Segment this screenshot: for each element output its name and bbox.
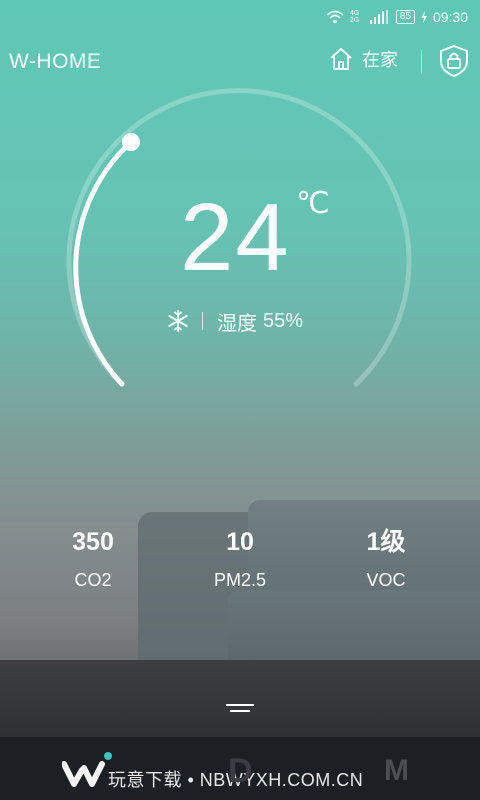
snowflake-icon[interactable] <box>166 309 190 333</box>
drawer-menu-icon[interactable] <box>226 704 254 720</box>
metric-co2[interactable]: 350 CO2 <box>33 525 153 597</box>
metric-label: PM2.5 <box>213 570 267 590</box>
status-divider <box>202 312 203 330</box>
gauge-progress <box>73 139 134 387</box>
watermark-letter-m: M <box>384 754 409 787</box>
temperature-value: 24 <box>180 184 291 291</box>
metric-label: VOC <box>366 570 406 590</box>
gauge-handle <box>122 133 140 151</box>
humidity-label: 湿度 <box>217 312 257 335</box>
metric-pm25[interactable]: 10 PM2.5 <box>180 525 300 597</box>
temperature-unit: ℃ <box>296 187 330 220</box>
metric-value: 1级 <box>366 528 406 556</box>
metric-voc[interactable]: 1级 VOC <box>326 525 446 597</box>
metric-value: 350 <box>72 528 114 556</box>
climate-status-row: 湿度 55% <box>166 306 303 336</box>
watermark-logo-icon <box>62 752 112 787</box>
metric-label: CO2 <box>74 570 112 590</box>
watermark-letter-d: D <box>228 752 253 790</box>
humidity-value: 55% <box>263 309 304 332</box>
metric-value: 10 <box>226 528 254 556</box>
carpet <box>0 660 480 740</box>
